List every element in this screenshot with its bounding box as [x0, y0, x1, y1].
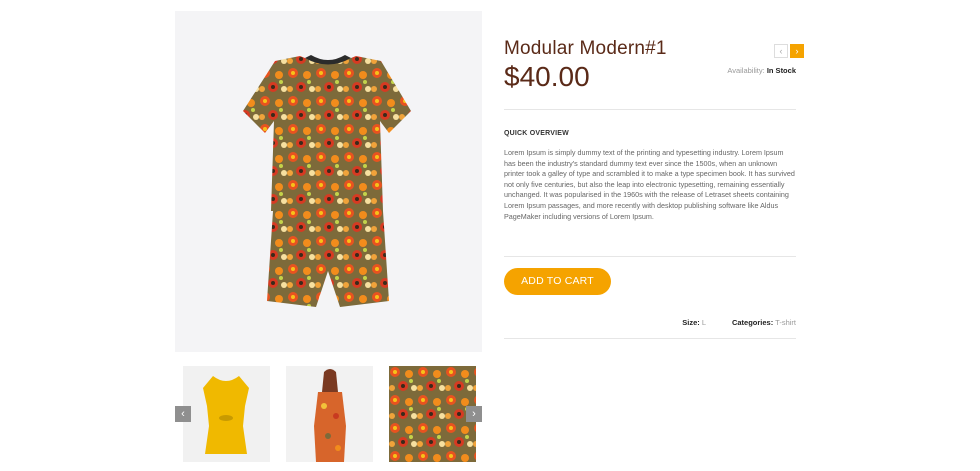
- product-price: $40.00: [504, 61, 590, 92]
- thumbnail-next-button[interactable]: ›: [466, 406, 482, 422]
- floral-outfit-image: [243, 55, 411, 307]
- chevron-right-icon: ›: [472, 408, 476, 420]
- thumbnail-fabric-closeup[interactable]: [389, 366, 476, 462]
- divider: [504, 256, 796, 257]
- quick-overview-text: Lorem Ipsum is simply dummy text of the …: [504, 148, 795, 221]
- thumbnail-yellow-dress[interactable]: [183, 366, 270, 462]
- availability-value: In Stock: [766, 66, 796, 75]
- size-label: Size:: [682, 318, 700, 327]
- divider: [504, 109, 796, 110]
- thumbnail-carousel: ‹ ›: [175, 366, 482, 462]
- quick-overview-heading: QUICK OVERVIEW: [504, 130, 569, 137]
- thumbnail-prev-button[interactable]: ‹: [175, 406, 191, 422]
- next-product-button[interactable]: ›: [790, 44, 804, 58]
- prev-product-button[interactable]: ‹: [774, 44, 788, 58]
- category-link[interactable]: T-shirt: [775, 318, 796, 327]
- chevron-left-icon: ‹: [779, 46, 783, 56]
- chevron-left-icon: ‹: [181, 408, 185, 420]
- divider: [504, 338, 796, 339]
- size-value: L: [701, 318, 706, 327]
- fabric-pattern-image: [389, 366, 476, 462]
- thumbnail-model[interactable]: [286, 366, 373, 462]
- product-meta: Size: L Categories: T-shirt: [682, 318, 796, 327]
- add-to-cart-button[interactable]: ADD TO CART: [504, 268, 611, 295]
- chevron-right-icon: ›: [795, 46, 799, 56]
- main-product-image: [175, 11, 482, 352]
- availability: Availability: In Stock: [727, 66, 796, 75]
- product-title: Modular Modern#1: [504, 38, 667, 59]
- categories-label: Categories:: [731, 318, 774, 327]
- yellow-dress-image: [203, 376, 249, 454]
- model-image: [286, 366, 373, 462]
- availability-label: Availability:: [727, 66, 765, 75]
